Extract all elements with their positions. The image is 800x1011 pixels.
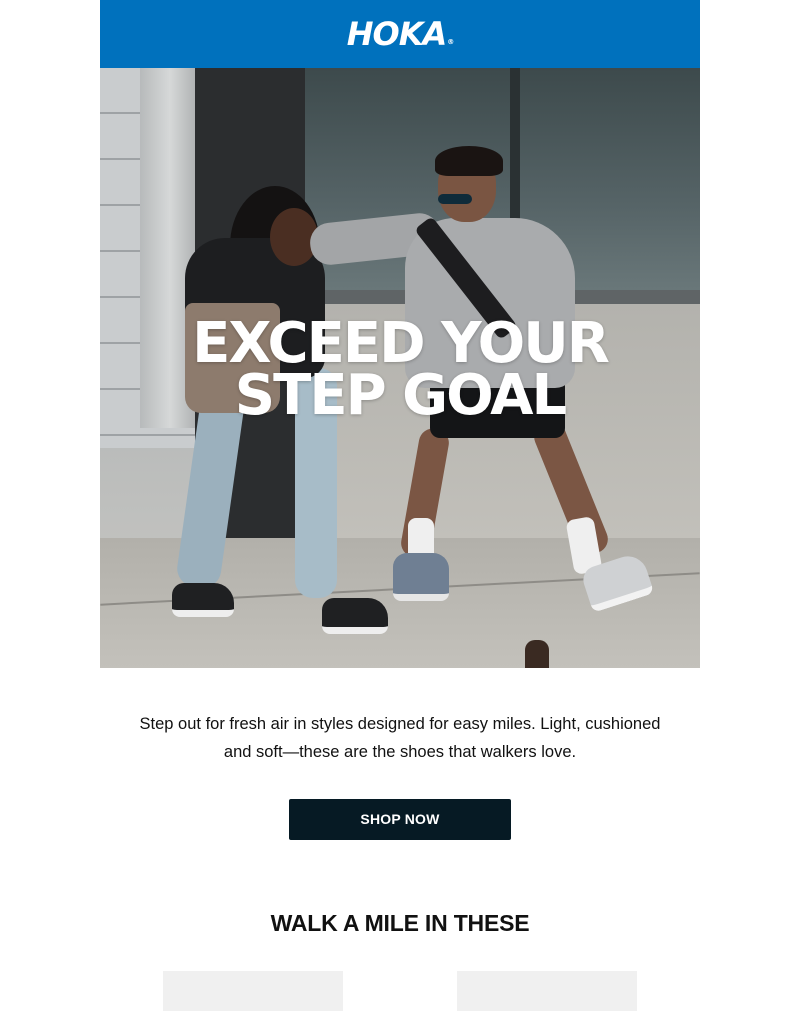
hero-headline-line-2: STEP GOAL [234,363,567,428]
hero-image[interactable]: EXCEED YOUR STEP GOAL [100,68,700,668]
cta-wrapper: SHOP NOW [100,799,700,840]
product-card[interactable] [457,971,637,1011]
shop-now-button[interactable]: SHOP NOW [289,799,511,840]
email-header: HOKA ® [100,0,700,68]
product-card[interactable] [163,971,343,1011]
hero-headline: EXCEED YOUR STEP GOAL [100,316,700,428]
walker-woman-shoe [322,598,388,634]
walker-woman-shoe [172,583,234,617]
section-title: WALK A MILE IN THESE [270,910,530,936]
logo-text: HOKA [346,15,448,53]
intro-paragraph: Step out for fresh air in styles designe… [139,715,661,761]
bollard [525,640,549,668]
email-container: HOKA ® EXCEED YOUR STEP GOAL Step out fo… [100,0,700,1011]
walker-man-hair [435,146,503,176]
sunglasses-icon [438,194,472,204]
trademark-mark: ® [447,38,454,46]
hoka-logo[interactable]: HOKA ® [346,15,455,53]
walker-man-shoe [393,553,449,601]
product-grid [100,971,700,1011]
